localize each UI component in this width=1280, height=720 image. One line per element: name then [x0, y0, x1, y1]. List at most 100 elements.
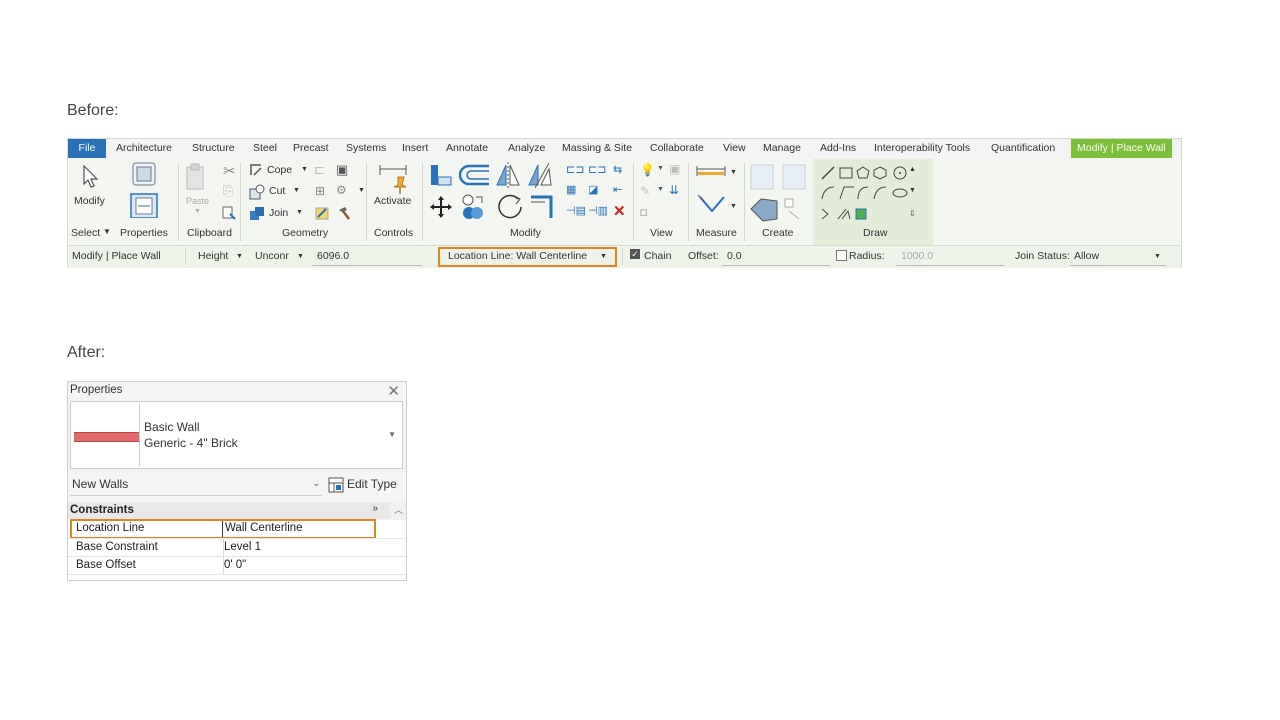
mirror-draw-axis-icon[interactable]	[527, 161, 553, 189]
height-dropdown-icon[interactable]: ▼	[236, 253, 243, 260]
property-row-base-offset[interactable]: Base Offset 0' 0"	[68, 556, 406, 575]
activate-button[interactable]: Activate	[374, 195, 411, 207]
linework-dropdown-icon[interactable]: ▼	[657, 186, 664, 193]
tab-insert[interactable]: Insert	[402, 139, 428, 158]
draw-dropdown-icon[interactable]: ▼	[909, 187, 916, 194]
tab-file[interactable]: File	[68, 139, 106, 158]
type-selector[interactable]: Basic Wall Generic - 4" Brick ▼	[70, 401, 403, 469]
split-with-gap-icon[interactable]: ⊣▥	[588, 204, 608, 217]
paint-icon[interactable]	[314, 205, 330, 221]
activate-dimensions-icon[interactable]	[378, 161, 408, 195]
edit-type-icon[interactable]	[328, 477, 344, 493]
scale-icon[interactable]: ◪	[588, 183, 598, 196]
measure-dropdown-icon[interactable]: ▼	[730, 169, 737, 176]
tab-systems[interactable]: Systems	[346, 139, 386, 158]
close-icon[interactable]: ✕	[387, 382, 400, 400]
cope-button[interactable]: Cope	[267, 164, 292, 176]
property-label: Base Constraint	[76, 541, 158, 553]
tab-structure[interactable]: Structure	[192, 139, 235, 158]
tab-manage[interactable]: Manage	[763, 139, 801, 158]
paste-button[interactable]: Paste	[186, 196, 209, 206]
copy-elements-icon[interactable]	[461, 193, 487, 221]
cope-dropdown-icon[interactable]: ▼	[301, 166, 308, 173]
paste-icon[interactable]	[185, 163, 207, 193]
tab-massing-site[interactable]: Massing & Site	[562, 139, 632, 158]
match-type-icon[interactable]	[222, 206, 236, 220]
pin-icon[interactable]: ⇤	[613, 183, 622, 196]
beam-column-joins-icon[interactable]: ⊞	[315, 184, 325, 198]
hammer-icon[interactable]	[336, 205, 352, 221]
scroll-up-icon[interactable]: ︿	[394, 503, 403, 516]
tab-view[interactable]: View	[723, 139, 746, 158]
tab-annotate[interactable]: Annotate	[446, 139, 488, 158]
join-status-dropdown-icon[interactable]: ▼	[1154, 253, 1161, 260]
select-dropdown-icon[interactable]: ▼	[103, 227, 111, 236]
offset-icon[interactable]	[459, 163, 491, 189]
draw-tools-icon[interactable]	[820, 165, 920, 221]
tab-precast[interactable]: Precast	[293, 139, 329, 158]
properties-icon[interactable]	[130, 162, 158, 218]
mirror-pick-axis-icon[interactable]	[495, 161, 521, 189]
panel-properties[interactable]: Properties	[120, 227, 168, 239]
draw-scroll-up-icon[interactable]: ▲	[909, 166, 916, 173]
cope-icon[interactable]	[249, 163, 263, 177]
trim-extend-corner-icon[interactable]	[529, 192, 555, 220]
rotate-icon[interactable]	[496, 193, 524, 221]
cut-geometry-button[interactable]: Cut	[269, 185, 285, 197]
create-tools-icon[interactable]	[749, 161, 809, 223]
linework-icon[interactable]: ✎	[640, 184, 650, 198]
collapse-group-icon[interactable]: »	[372, 503, 378, 514]
height-constraint-dropdown[interactable]: Unconr	[255, 250, 289, 262]
thin-lines-icon[interactable]: ⇊	[669, 183, 679, 197]
modify-cursor-icon[interactable]	[81, 165, 101, 189]
cut-scissors-icon[interactable]: ✂	[223, 162, 236, 180]
copy-icon[interactable]: ⎘	[223, 183, 233, 199]
chain-checkbox[interactable]: ✓	[630, 249, 640, 259]
tab-analyze[interactable]: Analyze	[508, 139, 545, 158]
cut-dropdown-icon[interactable]: ▼	[293, 187, 300, 194]
instance-filter-dropdown[interactable]: New Walls ⌄	[70, 473, 322, 496]
move-small-icon[interactable]: ⊏⊐	[566, 163, 584, 176]
join-geometry-icon[interactable]	[249, 205, 265, 221]
array-icon[interactable]: ▦	[566, 183, 576, 196]
tab-modify-place-wall[interactable]: Modify | Place Wall	[1071, 139, 1172, 158]
instance-filter-chevron-icon[interactable]: ⌄	[312, 478, 320, 489]
property-row-base-constraint[interactable]: Base Constraint Level 1	[68, 538, 406, 557]
aligned-dimension-icon[interactable]	[696, 193, 728, 221]
tab-interoperability-tools[interactable]: Interoperability Tools	[874, 139, 970, 158]
constraints-group-header[interactable]: Constraints »	[68, 502, 390, 519]
dimension-dropdown-icon[interactable]: ▼	[730, 203, 737, 210]
join-geometry-button[interactable]: Join	[269, 207, 288, 219]
height-dropdown[interactable]: Height	[198, 250, 228, 262]
override-dropdown-icon[interactable]: ▼	[657, 165, 664, 172]
modify-button[interactable]: Modify	[74, 195, 105, 207]
tab-architecture[interactable]: Architecture	[116, 139, 172, 158]
hide-in-view-icon[interactable]: ▣	[669, 162, 680, 176]
copy-small-icon[interactable]: ⊏⊐	[588, 163, 606, 176]
align-icon[interactable]	[428, 163, 454, 189]
tab-steel[interactable]: Steel	[253, 139, 277, 158]
geometry-more-dropdown-icon[interactable]: ▼	[358, 187, 365, 194]
temporary-hide-icon[interactable]: ◘	[640, 205, 647, 219]
paste-dropdown-icon[interactable]: ▼	[194, 208, 201, 215]
radius-checkbox[interactable]	[836, 250, 847, 261]
edit-type-button[interactable]: Edit Type	[347, 477, 397, 491]
delete-icon[interactable]: ✕	[613, 202, 626, 220]
split-face-icon[interactable]: ▣	[336, 162, 348, 178]
measure-between-references-icon[interactable]	[696, 165, 726, 177]
wall-joins-icon[interactable]: ⊏	[314, 162, 325, 178]
height-constraint-dropdown-icon[interactable]: ▼	[297, 253, 304, 260]
draw-expand-icon[interactable]: ⇩	[909, 209, 916, 218]
join-dropdown-icon[interactable]: ▼	[296, 209, 303, 216]
type-dropdown-icon[interactable]: ▼	[388, 430, 396, 439]
cut-geometry-icon[interactable]	[249, 184, 265, 200]
tab-add-ins[interactable]: Add-Ins	[820, 139, 856, 158]
tab-collaborate[interactable]: Collaborate	[650, 139, 704, 158]
tab-quantification[interactable]: Quantification	[991, 139, 1055, 158]
panel-select[interactable]: Select	[71, 227, 100, 239]
demolish-icon[interactable]: ⚙	[336, 183, 347, 197]
rotate-small-icon[interactable]: ⇆	[613, 163, 622, 176]
split-element-icon[interactable]: ⊣▤	[566, 204, 586, 217]
move-icon[interactable]	[429, 195, 453, 219]
override-graphics-icon[interactable]: 💡	[640, 163, 655, 177]
